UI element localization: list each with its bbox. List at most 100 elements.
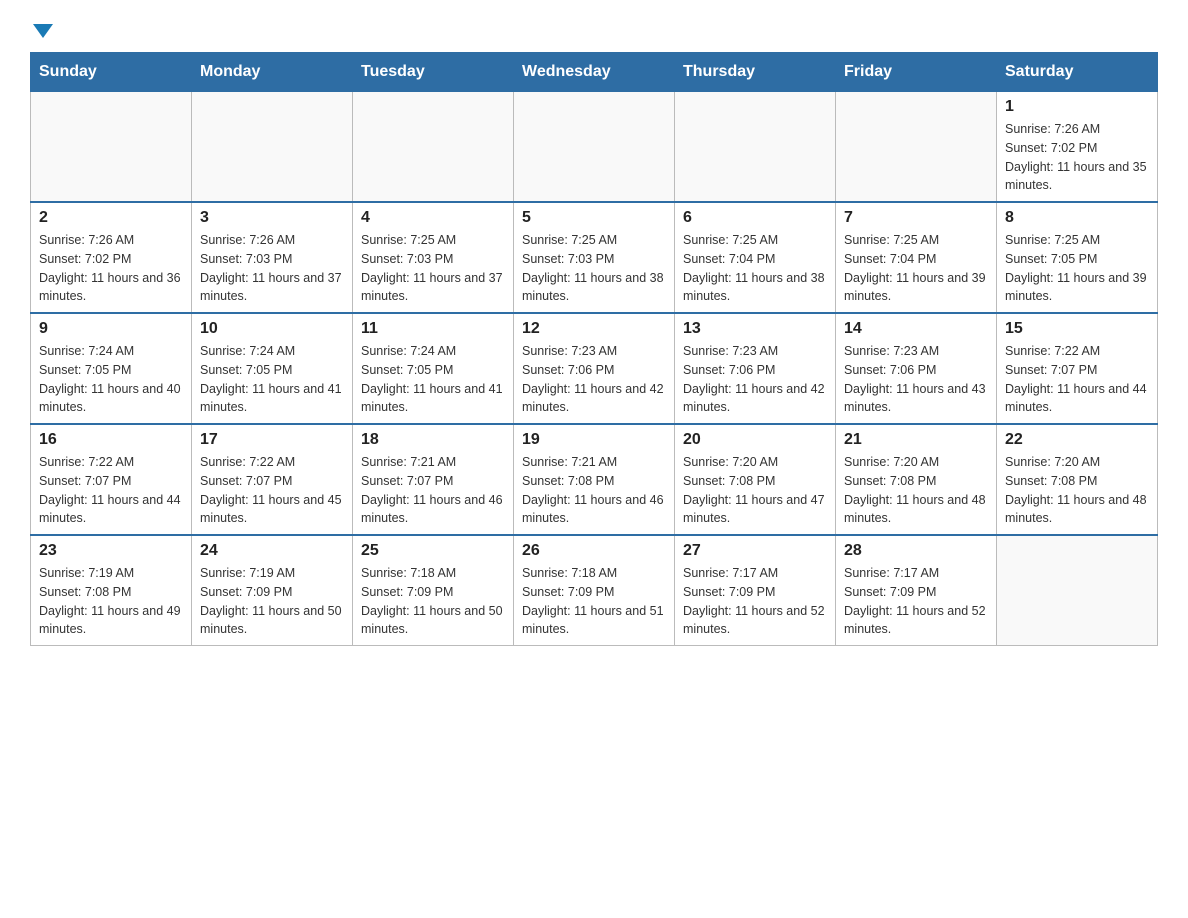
day-info: Sunrise: 7:22 AM Sunset: 7:07 PM Dayligh… <box>200 453 344 528</box>
calendar-cell: 9 Sunrise: 7:24 AM Sunset: 7:05 PM Daylig… <box>31 313 192 424</box>
day-number: 25 <box>361 542 505 560</box>
day-number: 23 <box>39 542 183 560</box>
calendar-cell <box>997 535 1158 646</box>
day-number: 24 <box>200 542 344 560</box>
calendar-cell <box>31 92 192 203</box>
calendar-cell: 3 Sunrise: 7:26 AM Sunset: 7:03 PM Daylig… <box>192 202 353 313</box>
calendar-cell <box>836 92 997 203</box>
calendar-cell: 1 Sunrise: 7:26 AM Sunset: 7:02 PM Daylig… <box>997 92 1158 203</box>
calendar-cell: 19 Sunrise: 7:21 AM Sunset: 7:08 PM Dayli… <box>514 424 675 535</box>
day-number: 12 <box>522 320 666 338</box>
day-number: 6 <box>683 209 827 227</box>
day-info: Sunrise: 7:24 AM Sunset: 7:05 PM Dayligh… <box>361 342 505 417</box>
calendar-cell: 7 Sunrise: 7:25 AM Sunset: 7:04 PM Daylig… <box>836 202 997 313</box>
weekday-header-friday: Friday <box>836 53 997 92</box>
day-info: Sunrise: 7:21 AM Sunset: 7:08 PM Dayligh… <box>522 453 666 528</box>
calendar-cell: 25 Sunrise: 7:18 AM Sunset: 7:09 PM Dayli… <box>353 535 514 646</box>
calendar-cell: 23 Sunrise: 7:19 AM Sunset: 7:08 PM Dayli… <box>31 535 192 646</box>
weekday-header-monday: Monday <box>192 53 353 92</box>
day-info: Sunrise: 7:19 AM Sunset: 7:08 PM Dayligh… <box>39 564 183 639</box>
day-number: 22 <box>1005 431 1149 449</box>
day-number: 3 <box>200 209 344 227</box>
day-number: 8 <box>1005 209 1149 227</box>
week-row-2: 2 Sunrise: 7:26 AM Sunset: 7:02 PM Daylig… <box>31 202 1158 313</box>
calendar-cell: 8 Sunrise: 7:25 AM Sunset: 7:05 PM Daylig… <box>997 202 1158 313</box>
day-info: Sunrise: 7:26 AM Sunset: 7:02 PM Dayligh… <box>1005 120 1149 195</box>
day-info: Sunrise: 7:24 AM Sunset: 7:05 PM Dayligh… <box>200 342 344 417</box>
day-number: 19 <box>522 431 666 449</box>
day-number: 2 <box>39 209 183 227</box>
day-info: Sunrise: 7:18 AM Sunset: 7:09 PM Dayligh… <box>522 564 666 639</box>
day-info: Sunrise: 7:25 AM Sunset: 7:04 PM Dayligh… <box>844 231 988 306</box>
calendar-cell <box>514 92 675 203</box>
page-header <box>30 20 1158 36</box>
day-number: 18 <box>361 431 505 449</box>
calendar-cell: 20 Sunrise: 7:20 AM Sunset: 7:08 PM Dayli… <box>675 424 836 535</box>
calendar-cell: 16 Sunrise: 7:22 AM Sunset: 7:07 PM Dayli… <box>31 424 192 535</box>
calendar-cell: 24 Sunrise: 7:19 AM Sunset: 7:09 PM Dayli… <box>192 535 353 646</box>
day-info: Sunrise: 7:24 AM Sunset: 7:05 PM Dayligh… <box>39 342 183 417</box>
day-number: 7 <box>844 209 988 227</box>
calendar-cell: 6 Sunrise: 7:25 AM Sunset: 7:04 PM Daylig… <box>675 202 836 313</box>
day-info: Sunrise: 7:17 AM Sunset: 7:09 PM Dayligh… <box>683 564 827 639</box>
day-number: 20 <box>683 431 827 449</box>
calendar-cell: 10Sunrise: 7:24 AM Sunset: 7:05 PM Dayli… <box>192 313 353 424</box>
calendar-cell: 28 Sunrise: 7:17 AM Sunset: 7:09 PM Dayli… <box>836 535 997 646</box>
calendar-cell: 12 Sunrise: 7:23 AM Sunset: 7:06 PM Dayli… <box>514 313 675 424</box>
day-number: 13 <box>683 320 827 338</box>
calendar-cell: 27Sunrise: 7:17 AM Sunset: 7:09 PM Dayli… <box>675 535 836 646</box>
calendar-cell: 13Sunrise: 7:23 AM Sunset: 7:06 PM Dayli… <box>675 313 836 424</box>
day-number: 11 <box>361 320 505 338</box>
calendar-cell <box>675 92 836 203</box>
day-info: Sunrise: 7:26 AM Sunset: 7:03 PM Dayligh… <box>200 231 344 306</box>
day-number: 4 <box>361 209 505 227</box>
day-number: 5 <box>522 209 666 227</box>
calendar-cell: 2 Sunrise: 7:26 AM Sunset: 7:02 PM Daylig… <box>31 202 192 313</box>
day-number: 9 <box>39 320 183 338</box>
calendar-cell: 26 Sunrise: 7:18 AM Sunset: 7:09 PM Dayli… <box>514 535 675 646</box>
calendar-cell: 15Sunrise: 7:22 AM Sunset: 7:07 PM Dayli… <box>997 313 1158 424</box>
day-info: Sunrise: 7:17 AM Sunset: 7:09 PM Dayligh… <box>844 564 988 639</box>
day-info: Sunrise: 7:20 AM Sunset: 7:08 PM Dayligh… <box>844 453 988 528</box>
calendar-cell: 17 Sunrise: 7:22 AM Sunset: 7:07 PM Dayli… <box>192 424 353 535</box>
day-info: Sunrise: 7:20 AM Sunset: 7:08 PM Dayligh… <box>683 453 827 528</box>
day-info: Sunrise: 7:25 AM Sunset: 7:03 PM Dayligh… <box>361 231 505 306</box>
day-info: Sunrise: 7:25 AM Sunset: 7:04 PM Dayligh… <box>683 231 827 306</box>
day-number: 21 <box>844 431 988 449</box>
week-row-5: 23 Sunrise: 7:19 AM Sunset: 7:08 PM Dayli… <box>31 535 1158 646</box>
week-row-3: 9 Sunrise: 7:24 AM Sunset: 7:05 PM Daylig… <box>31 313 1158 424</box>
day-info: Sunrise: 7:21 AM Sunset: 7:07 PM Dayligh… <box>361 453 505 528</box>
day-number: 17 <box>200 431 344 449</box>
calendar-cell: 11 Sunrise: 7:24 AM Sunset: 7:05 PM Dayli… <box>353 313 514 424</box>
day-info: Sunrise: 7:22 AM Sunset: 7:07 PM Dayligh… <box>39 453 183 528</box>
calendar-cell: 21 Sunrise: 7:20 AM Sunset: 7:08 PM Dayli… <box>836 424 997 535</box>
day-info: Sunrise: 7:26 AM Sunset: 7:02 PM Dayligh… <box>39 231 183 306</box>
week-row-1: 1 Sunrise: 7:26 AM Sunset: 7:02 PM Daylig… <box>31 92 1158 203</box>
day-info: Sunrise: 7:19 AM Sunset: 7:09 PM Dayligh… <box>200 564 344 639</box>
calendar-table: SundayMondayTuesdayWednesdayThursdayFrid… <box>30 52 1158 646</box>
calendar-cell <box>192 92 353 203</box>
day-number: 26 <box>522 542 666 560</box>
weekday-header-tuesday: Tuesday <box>353 53 514 92</box>
weekday-header-thursday: Thursday <box>675 53 836 92</box>
calendar-cell: 4 Sunrise: 7:25 AM Sunset: 7:03 PM Daylig… <box>353 202 514 313</box>
logo <box>30 20 53 36</box>
weekday-header-row: SundayMondayTuesdayWednesdayThursdayFrid… <box>31 53 1158 92</box>
week-row-4: 16 Sunrise: 7:22 AM Sunset: 7:07 PM Dayli… <box>31 424 1158 535</box>
calendar-cell: 22Sunrise: 7:20 AM Sunset: 7:08 PM Dayli… <box>997 424 1158 535</box>
weekday-header-sunday: Sunday <box>31 53 192 92</box>
day-info: Sunrise: 7:23 AM Sunset: 7:06 PM Dayligh… <box>844 342 988 417</box>
logo-arrow-icon <box>33 24 53 38</box>
calendar-cell: 5 Sunrise: 7:25 AM Sunset: 7:03 PM Daylig… <box>514 202 675 313</box>
day-info: Sunrise: 7:25 AM Sunset: 7:03 PM Dayligh… <box>522 231 666 306</box>
calendar-cell: 18 Sunrise: 7:21 AM Sunset: 7:07 PM Dayli… <box>353 424 514 535</box>
weekday-header-wednesday: Wednesday <box>514 53 675 92</box>
calendar-cell: 14Sunrise: 7:23 AM Sunset: 7:06 PM Dayli… <box>836 313 997 424</box>
day-info: Sunrise: 7:23 AM Sunset: 7:06 PM Dayligh… <box>522 342 666 417</box>
day-number: 28 <box>844 542 988 560</box>
day-number: 16 <box>39 431 183 449</box>
day-number: 1 <box>1005 98 1149 116</box>
day-info: Sunrise: 7:18 AM Sunset: 7:09 PM Dayligh… <box>361 564 505 639</box>
weekday-header-saturday: Saturday <box>997 53 1158 92</box>
day-info: Sunrise: 7:25 AM Sunset: 7:05 PM Dayligh… <box>1005 231 1149 306</box>
